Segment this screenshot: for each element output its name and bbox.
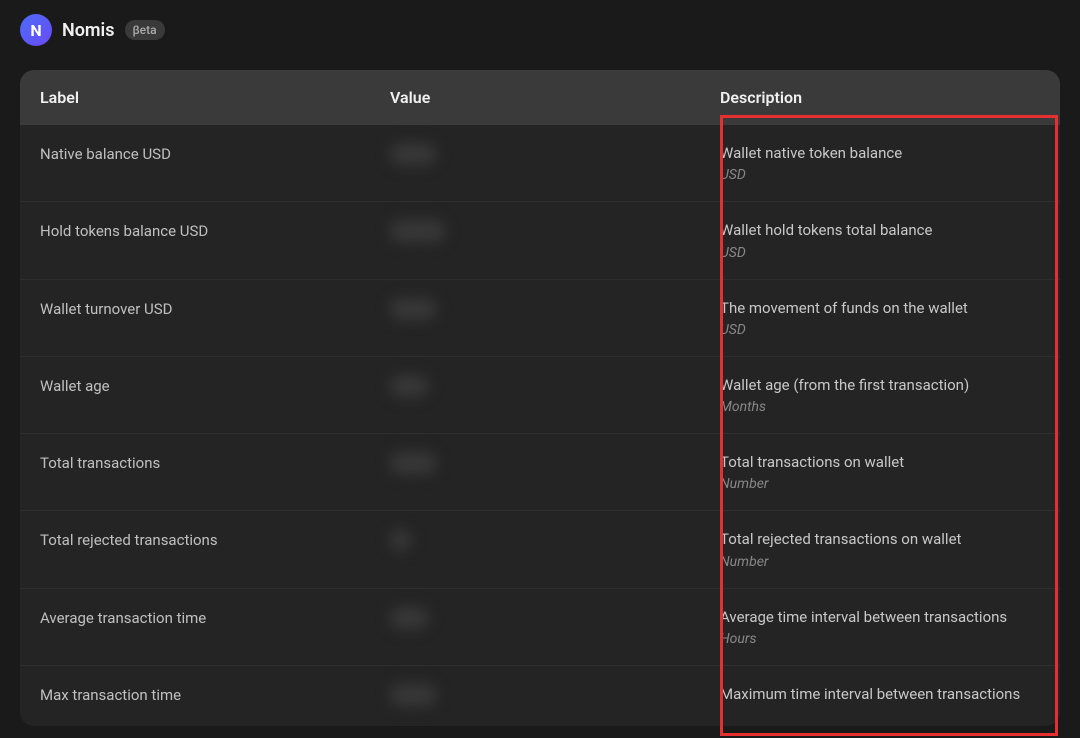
desc-unit: USD	[720, 167, 1040, 183]
desc-text: Average time interval between transactio…	[720, 607, 1040, 627]
row-value: 000	[390, 375, 720, 397]
blurred-value: 000	[390, 607, 428, 629]
desc-unit: Number	[720, 554, 1040, 570]
desc-text: Maximum time interval between transactio…	[720, 684, 1040, 704]
desc-unit: Months	[720, 399, 1040, 415]
row-label: Total rejected transactions	[40, 529, 390, 549]
row-description: Maximum time interval between transactio…	[720, 684, 1040, 708]
row-value: 00000	[390, 220, 720, 242]
desc-unit: Hours	[720, 631, 1040, 647]
column-header-label: Label	[40, 88, 390, 107]
stats-table: Label Value Description Native balance U…	[20, 70, 1060, 726]
beta-badge: βeta	[125, 20, 165, 40]
blurred-value: 0000	[390, 684, 436, 706]
blurred-value: 00000	[390, 220, 445, 242]
table-row: Total transactions 0000 Total transactio…	[20, 434, 1060, 511]
row-description: The movement of funds on the wallet USD	[720, 298, 1040, 338]
desc-text: Total transactions on wallet	[720, 452, 1040, 472]
row-value: 0000	[390, 143, 720, 165]
row-description: Average time interval between transactio…	[720, 607, 1040, 647]
column-header-value: Value	[390, 88, 720, 107]
table-row: Total rejected transactions 0 Total reje…	[20, 511, 1060, 588]
row-description: Total rejected transactions on wallet Nu…	[720, 529, 1040, 569]
row-label: Total transactions	[40, 452, 390, 472]
blurred-value: 000	[390, 375, 428, 397]
desc-text: Wallet hold tokens total balance	[720, 220, 1040, 240]
table-row: Average transaction time 000 Average tim…	[20, 589, 1060, 666]
desc-text: Wallet native token balance	[720, 143, 1040, 163]
desc-text: Wallet age (from the first transaction)	[720, 375, 1040, 395]
column-header-description: Description	[720, 88, 1040, 107]
row-description: Wallet age (from the first transaction) …	[720, 375, 1040, 415]
row-label: Native balance USD	[40, 143, 390, 163]
table-row: Max transaction time 0000 Maximum time i…	[20, 666, 1060, 726]
row-description: Wallet hold tokens total balance USD	[720, 220, 1040, 260]
desc-unit: Number	[720, 476, 1040, 492]
row-value: 0000	[390, 298, 720, 320]
desc-unit: USD	[720, 322, 1040, 338]
row-label: Hold tokens balance USD	[40, 220, 390, 240]
desc-text: Total rejected transactions on wallet	[720, 529, 1040, 549]
row-label: Average transaction time	[40, 607, 390, 627]
row-value: 0	[390, 529, 720, 551]
table-row: Wallet age 000 Wallet age (from the firs…	[20, 357, 1060, 434]
row-label: Wallet turnover USD	[40, 298, 390, 318]
row-label: Max transaction time	[40, 684, 390, 704]
logo-letter: N	[30, 21, 41, 40]
nomis-logo-icon: N	[20, 14, 52, 46]
blurred-value: 0000	[390, 143, 436, 165]
table-row: Native balance USD 0000 Wallet native to…	[20, 125, 1060, 202]
row-value: 0000	[390, 684, 720, 706]
table-row: Hold tokens balance USD 00000 Wallet hol…	[20, 202, 1060, 279]
desc-unit: USD	[720, 245, 1040, 261]
blurred-value: 0000	[390, 298, 436, 320]
table-row: Wallet turnover USD 0000 The movement of…	[20, 280, 1060, 357]
row-value: 0000	[390, 452, 720, 474]
row-description: Total transactions on wallet Number	[720, 452, 1040, 492]
row-description: Wallet native token balance USD	[720, 143, 1040, 183]
desc-text: The movement of funds on the wallet	[720, 298, 1040, 318]
row-label: Wallet age	[40, 375, 390, 395]
table-header-row: Label Value Description	[20, 70, 1060, 125]
row-value: 000	[390, 607, 720, 629]
blurred-value: 0000	[390, 452, 436, 474]
app-header: N Nomis βeta	[0, 0, 1080, 60]
brand-name: Nomis	[62, 20, 115, 41]
blurred-value: 0	[390, 529, 411, 551]
